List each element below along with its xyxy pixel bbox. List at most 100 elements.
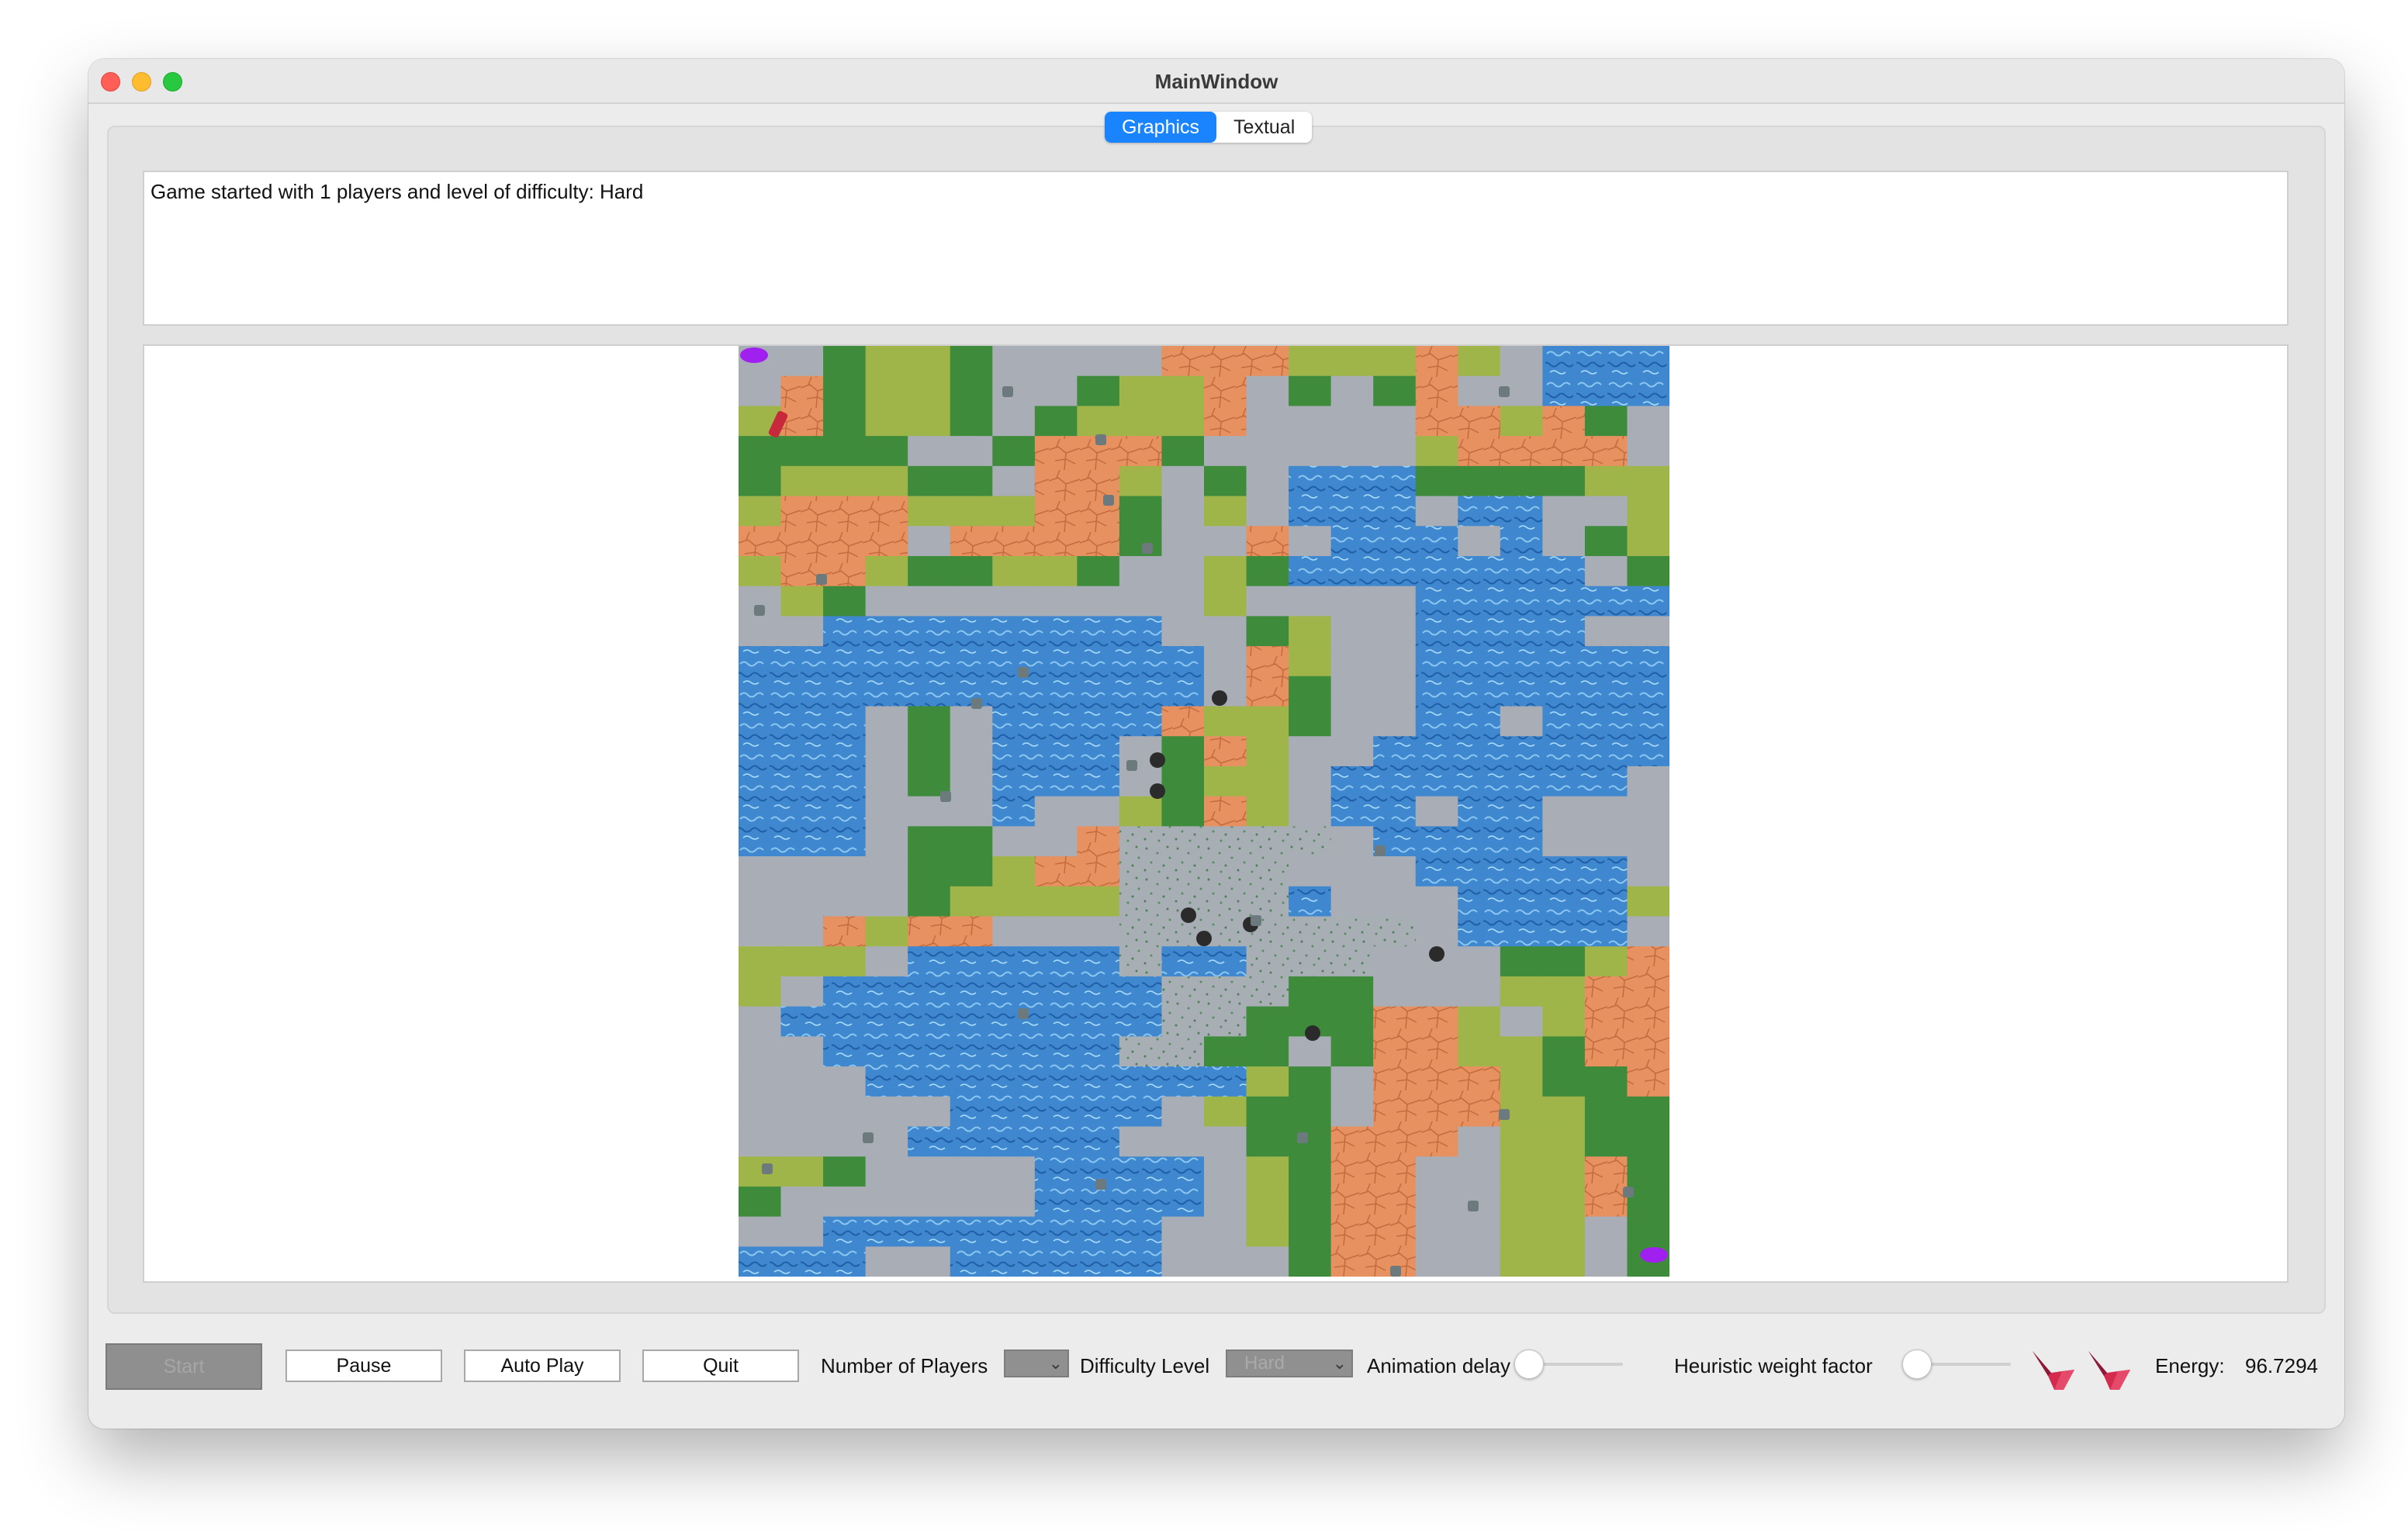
dirt-tile (1584, 1156, 1628, 1187)
stone-tile (1246, 375, 1289, 407)
water-tile (1077, 1006, 1120, 1037)
dark-grass-tile (1077, 555, 1120, 587)
swamp-tile (1161, 1036, 1205, 1067)
stone-tile (865, 1156, 908, 1187)
stone-tile (1034, 586, 1078, 617)
stone-tile (865, 736, 908, 767)
swamp-tile (1119, 916, 1163, 947)
graphics-view[interactable] (143, 344, 2289, 1283)
game-map[interactable] (739, 346, 1669, 1277)
dark-grass-tile (739, 436, 782, 467)
light-grass-tile (1289, 346, 1332, 377)
dirt-tile (1204, 736, 1247, 767)
light-grass-tile (739, 1156, 782, 1187)
dark-grass-tile (1289, 706, 1332, 737)
water-tile (1415, 706, 1458, 737)
stone-tile (1330, 646, 1374, 677)
dirt-tile (1246, 676, 1289, 707)
water-tile (992, 706, 1036, 737)
water-tile (1119, 1216, 1163, 1247)
dirt-tile (780, 496, 824, 527)
water-tile (950, 946, 993, 977)
players-select[interactable]: ⌄ (1004, 1350, 1069, 1377)
swamp-tile (1161, 856, 1205, 887)
light-grass-tile (1500, 1216, 1543, 1247)
auto-play-button[interactable]: Auto Play (464, 1350, 621, 1382)
water-tile (1289, 886, 1332, 918)
quit-button[interactable]: Quit (642, 1350, 799, 1382)
tab-textual[interactable]: Textual (1216, 112, 1312, 143)
slider-knob[interactable] (1902, 1350, 1932, 1379)
light-grass-tile (1584, 465, 1628, 497)
water-tile (908, 676, 951, 707)
pause-button[interactable]: Pause (285, 1350, 442, 1382)
water-tile (1584, 766, 1628, 797)
light-grass-tile (908, 496, 951, 527)
dirt-tile (1246, 646, 1289, 677)
start-button[interactable]: Start (106, 1343, 262, 1390)
dark-grass-tile (1330, 976, 1374, 1007)
dirt-tile (1330, 1216, 1374, 1247)
health-pack-icon (1375, 845, 1386, 856)
dirt-tile (1204, 375, 1247, 407)
dark-grass-tile (1204, 465, 1247, 497)
water-tile (780, 646, 824, 677)
heuristic-weight-slider[interactable] (1902, 1350, 2011, 1379)
light-grass-tile (1330, 346, 1374, 377)
light-grass-tile (823, 465, 867, 497)
stone-tile (1034, 796, 1078, 827)
water-tile (1415, 616, 1458, 647)
dark-grass-tile (823, 586, 867, 617)
dark-grass-tile (950, 406, 993, 437)
enemy-icon (1150, 783, 1165, 799)
stone-tile (1415, 496, 1458, 527)
water-tile (908, 1036, 951, 1067)
dark-grass-tile (908, 555, 951, 587)
dark-grass-tile (1542, 946, 1586, 977)
slider-knob[interactable] (1514, 1350, 1544, 1379)
dark-grass-tile (1246, 555, 1289, 587)
stone-tile (1289, 1036, 1332, 1067)
water-tile (1373, 526, 1417, 557)
water-tile (1500, 586, 1543, 617)
stone-tile (1119, 1126, 1163, 1157)
stone-tile (1584, 616, 1628, 647)
game-log[interactable]: Game started with 1 players and level of… (143, 171, 2289, 326)
water-tile (1119, 1156, 1163, 1187)
stone-tile (1373, 616, 1417, 647)
dark-grass-tile (1246, 616, 1289, 647)
water-tile (1161, 946, 1205, 977)
water-tile (1458, 796, 1501, 827)
stone-tile (950, 586, 993, 617)
water-tile (1627, 736, 1669, 767)
water-tile (739, 826, 782, 857)
light-grass-tile (1373, 346, 1417, 377)
stone-tile (1627, 826, 1669, 857)
swamp-tile (1204, 886, 1247, 918)
dark-grass-tile (1289, 976, 1332, 1007)
water-tile (1373, 496, 1417, 527)
water-tile (865, 616, 908, 647)
dirt-tile (1373, 1096, 1417, 1128)
start-portal-icon (740, 347, 768, 363)
dark-grass-tile (1542, 465, 1586, 497)
animation-delay-slider[interactable] (1514, 1350, 1623, 1379)
light-grass-tile (1246, 766, 1289, 797)
water-tile (1584, 916, 1628, 947)
stone-tile (1373, 436, 1417, 467)
stone-tile (1077, 916, 1120, 947)
dark-grass-tile (908, 465, 951, 497)
water-tile (1161, 1066, 1205, 1097)
swamp-tile (1119, 826, 1163, 857)
difficulty-select[interactable]: Hard ⌄ (1226, 1350, 1353, 1377)
dirt-tile (1458, 436, 1501, 467)
stone-tile (1584, 1246, 1628, 1277)
water-tile (1584, 346, 1628, 377)
stone-tile (1161, 616, 1205, 647)
tab-graphics[interactable]: Graphics (1105, 112, 1217, 143)
stone-tile (1077, 346, 1120, 377)
swamp-tile (1161, 976, 1205, 1007)
water-tile (992, 976, 1036, 1007)
chevron-down-icon: ⌄ (1332, 1353, 1347, 1373)
dark-grass-tile (992, 436, 1036, 467)
